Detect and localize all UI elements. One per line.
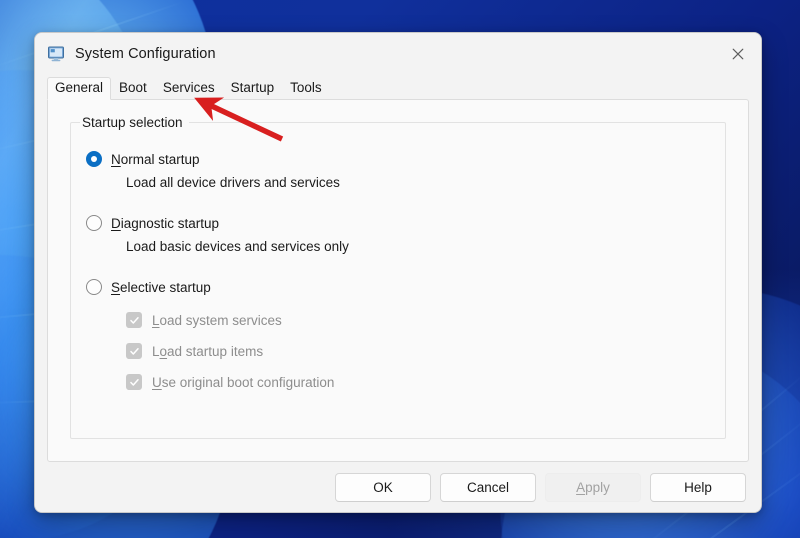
accesskey-apply: A [576, 479, 586, 495]
accesskey-normal: N [111, 151, 121, 167]
checkbox-load-system-services-label: Load system services [152, 312, 282, 329]
accesskey-diagnostic: D [111, 215, 121, 231]
checkbox-load-startup-items[interactable] [126, 343, 142, 359]
checkbox-use-original-boot-configuration[interactable] [126, 374, 142, 390]
tab-tools-label: Tools [290, 80, 322, 95]
title-bar[interactable]: System Configuration [35, 33, 761, 75]
radio-row-diagnostic-startup[interactable]: Diagnostic startup [86, 212, 725, 234]
accesskey-use-original-boot: U [152, 374, 162, 390]
tab-services[interactable]: Services [155, 77, 223, 99]
radio-diagnostic-startup-description: Load basic devices and services only [126, 239, 349, 254]
tab-content-panel: Startup selection Normal startup Load al… [47, 99, 749, 462]
radio-selective-startup[interactable] [86, 279, 102, 295]
checkbox-row-use-original-boot-configuration[interactable]: Use original boot configuration [126, 370, 725, 394]
tab-strip: General Boot Services Startup Tools [35, 75, 761, 100]
cancel-button[interactable]: Cancel [440, 472, 536, 502]
radio-normal-startup[interactable] [86, 151, 102, 167]
system-configuration-window: System Configuration General Boot Servic… [34, 32, 762, 513]
checkbox-load-startup-items-label: Load startup items [152, 343, 263, 360]
radio-normal-startup-label: Normal startup [111, 151, 200, 168]
apply-button[interactable]: Apply [545, 472, 641, 502]
computer-monitor-icon [47, 45, 65, 63]
radio-diagnostic-startup-label: Diagnostic startup [111, 215, 219, 232]
window-title: System Configuration [75, 46, 216, 62]
radio-normal-startup-text: ormal startup [120, 151, 200, 167]
radio-diagnostic-startup-text: iagnostic startup [120, 215, 220, 231]
startup-selection-groupbox: Startup selection Normal startup Load al… [70, 114, 726, 439]
help-button-label: Help [684, 479, 712, 495]
tab-boot-label: Boot [119, 80, 147, 95]
tab-startup[interactable]: Startup [223, 77, 283, 99]
radio-selective-startup-text: elective startup [120, 279, 211, 295]
radio-row-normal-startup[interactable]: Normal startup [86, 148, 725, 170]
accesskey-load-system-services: L [152, 312, 160, 328]
ok-button-label: OK [373, 479, 393, 495]
apply-button-label: Apply [576, 480, 610, 495]
checkbox-load-startup-items-text: ad startup items [167, 343, 264, 359]
startup-options-list: Normal startup Load all device drivers a… [71, 123, 725, 394]
tab-services-label: Services [162, 80, 215, 95]
checkbox-load-system-services[interactable] [126, 312, 142, 328]
checkbox-row-load-system-services[interactable]: Load system services [126, 308, 725, 332]
radio-normal-startup-description: Load all device drivers and services [126, 175, 340, 190]
tab-startup-label: Startup [230, 80, 275, 95]
checkbox-load-system-services-text: oad system services [159, 312, 282, 328]
accesskey-load-startup-items: o [159, 343, 168, 359]
apply-button-text: pply [585, 479, 610, 495]
tab-general-label: General [55, 80, 104, 95]
ok-button[interactable]: OK [335, 472, 431, 502]
accesskey-selective: S [111, 279, 121, 295]
checkbox-row-load-startup-items[interactable]: Load startup items [126, 339, 725, 363]
cancel-button-label: Cancel [466, 479, 510, 495]
radio-selective-startup-label: Selective startup [111, 279, 211, 296]
help-button[interactable]: Help [650, 472, 746, 502]
groupbox-legend: Startup selection [80, 114, 189, 131]
checkbox-load-startup-items-pre: L [152, 343, 160, 359]
dialog-button-bar: OK Cancel Apply Help [35, 462, 761, 512]
tab-general[interactable]: General [47, 77, 112, 100]
checkbox-use-original-boot-configuration-text: se original boot configuration [161, 374, 335, 390]
tab-boot[interactable]: Boot [111, 77, 155, 99]
tab-tools[interactable]: Tools [282, 77, 330, 99]
radio-row-selective-startup[interactable]: Selective startup [86, 276, 725, 298]
radio-diagnostic-startup[interactable] [86, 215, 102, 231]
checkbox-use-original-boot-configuration-label: Use original boot configuration [152, 374, 334, 391]
close-icon[interactable] [715, 33, 761, 75]
